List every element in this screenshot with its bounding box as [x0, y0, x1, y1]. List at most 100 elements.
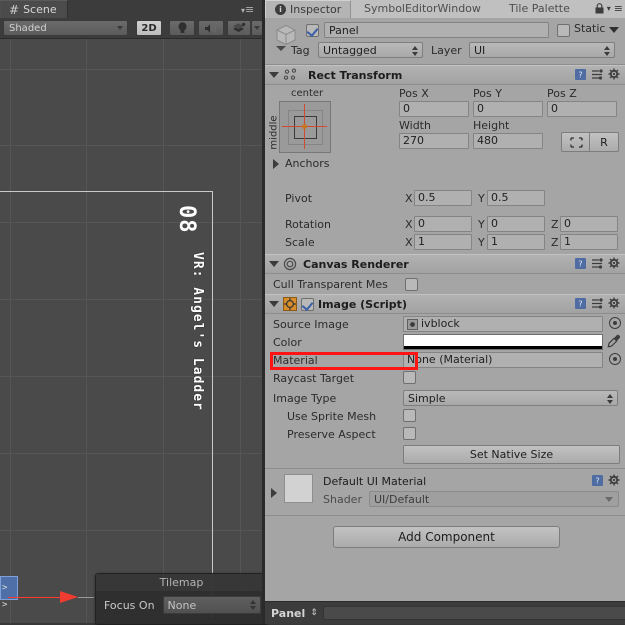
scale-x-input[interactable]: 1: [414, 234, 472, 250]
raw-edit-mode-button[interactable]: R: [589, 132, 619, 152]
scale-label: Scale: [285, 236, 315, 249]
gameobject-enabled-checkbox[interactable]: [306, 24, 319, 37]
scene-viewport[interactable]: 08 VR: Angel's Ladder: [0, 39, 265, 623]
preserve-aspect-checkbox[interactable]: [403, 427, 416, 440]
shader-dropdown[interactable]: UI/Default: [369, 491, 619, 507]
up-down-arrows-icon: [412, 46, 418, 56]
focus-on-dropdown[interactable]: None: [162, 596, 261, 614]
tag-dropdown[interactable]: Untagged: [318, 42, 423, 58]
gear-icon[interactable]: [608, 257, 621, 270]
help-icon[interactable]: ?: [574, 297, 587, 310]
use-sprite-mesh-checkbox[interactable]: [403, 409, 416, 422]
tab-inspector-label: Inspector: [290, 2, 342, 16]
image-enabled-checkbox[interactable]: [301, 297, 314, 311]
layer-label: Layer: [431, 44, 462, 57]
pivot-x-input[interactable]: 0.5: [414, 190, 472, 206]
rotation-y-input[interactable]: 0: [487, 216, 545, 232]
add-component-button[interactable]: Add Component: [333, 526, 560, 548]
pos-z-input[interactable]: 0: [547, 101, 617, 117]
gear-icon[interactable]: [608, 297, 621, 310]
lock-icon[interactable]: [595, 3, 604, 14]
chevron-down-icon: [605, 497, 613, 502]
effects-icon: [233, 22, 246, 32]
preset-icon[interactable]: [591, 257, 604, 270]
draw-mode-dropdown[interactable]: Shaded: [3, 20, 128, 36]
rotation-z-input[interactable]: 0: [560, 216, 618, 232]
pivot-x-axis-label: X: [405, 192, 413, 205]
static-dropdown-arrow-icon[interactable]: [609, 27, 619, 33]
rotation-x-input[interactable]: 0: [414, 216, 472, 232]
layer-value: UI: [474, 43, 486, 57]
canvas-renderer-title: Canvas Renderer: [303, 257, 409, 271]
preset-icon[interactable]: [591, 68, 604, 81]
scene-tab-menu-icon[interactable]: ▾≡: [241, 3, 263, 16]
component-header-canvas-renderer[interactable]: Canvas Renderer ?: [265, 254, 625, 274]
static-label: Static: [574, 22, 606, 35]
hamburger-menu-icon[interactable]: ≡: [614, 2, 623, 15]
gear-icon[interactable]: [608, 474, 621, 487]
grid-line: [86, 39, 87, 623]
eyedropper-icon[interactable]: [607, 334, 621, 349]
gizmo-x-axis-arrow-icon[interactable]: [60, 591, 78, 603]
gameobject-name-input[interactable]: Panel: [324, 22, 549, 38]
scale-y-input[interactable]: 1: [487, 234, 545, 250]
canvas-renderer-icon: [283, 257, 297, 271]
toggle-2d-button[interactable]: 2D: [136, 20, 162, 36]
preset-icon[interactable]: [591, 297, 604, 310]
scene-toolbar: Shaded 2D: [0, 18, 265, 39]
blueprint-mode-button[interactable]: [561, 132, 591, 152]
height-input[interactable]: 480: [473, 133, 543, 149]
scene-lighting-button[interactable]: [169, 20, 195, 36]
pivot-y-input[interactable]: 0.5: [487, 190, 545, 206]
rotation-z-axis-label: Z: [551, 218, 559, 231]
gear-icon[interactable]: [608, 68, 621, 81]
pos-y-input[interactable]: 0: [473, 101, 543, 117]
footer-scrollbar[interactable]: [322, 606, 625, 620]
tab-inspector[interactable]: i Inspector: [265, 0, 352, 18]
anchors-foldout-arrow-icon[interactable]: [273, 159, 279, 169]
source-image-picker-icon[interactable]: [609, 317, 621, 329]
anchor-preset-horizontal-label: center: [291, 88, 324, 99]
set-native-size-button[interactable]: Set Native Size: [403, 445, 620, 464]
pos-x-input[interactable]: 0: [399, 101, 469, 117]
foldout-arrow-icon[interactable]: [269, 301, 279, 307]
raw-edit-label: R: [600, 135, 608, 149]
tab-scene[interactable]: # Scene: [0, 0, 68, 18]
width-input[interactable]: 270: [399, 133, 469, 149]
cull-transparent-mesh-checkbox[interactable]: [405, 277, 418, 291]
raycast-target-checkbox[interactable]: [403, 371, 416, 384]
image-component-icon: [283, 297, 297, 311]
scale-x-axis-label: X: [405, 236, 413, 249]
component-header-image-script[interactable]: Image (Script) ?: [265, 294, 625, 314]
scene-fx-button[interactable]: [227, 20, 251, 36]
grid-line: [0, 530, 265, 531]
up-down-arrows-icon[interactable]: ⇕: [310, 608, 318, 618]
layer-dropdown[interactable]: UI: [469, 42, 615, 58]
color-swatch-field[interactable]: [403, 334, 603, 350]
material-title: Default UI Material: [323, 475, 427, 488]
material-foldout-arrow-icon[interactable]: [271, 488, 277, 498]
scale-z-input[interactable]: 1: [560, 234, 618, 250]
tilemap-overlay-panel[interactable]: Tilemap Focus On None: [95, 573, 268, 625]
image-type-dropdown[interactable]: Simple: [403, 390, 618, 406]
width-label: Width: [399, 119, 431, 132]
anchor-preset-widget[interactable]: [279, 101, 331, 153]
material-picker-icon[interactable]: [609, 353, 621, 365]
source-image-object-field[interactable]: ivblock: [403, 316, 603, 332]
chevron-down-icon[interactable]: ▾: [607, 4, 611, 13]
component-header-rect-transform[interactable]: Rect Transform ?: [265, 65, 625, 85]
gizmo-axis-tail: [78, 597, 94, 598]
anchors-label[interactable]: Anchors: [285, 157, 330, 170]
tab-symbol-editor-window[interactable]: SymbolEditorWindow: [355, 0, 490, 18]
image-type-value: Simple: [408, 391, 446, 405]
tag-label: Tag: [291, 44, 310, 57]
foldout-arrow-icon[interactable]: [269, 72, 279, 78]
static-checkbox[interactable]: [557, 24, 570, 37]
foldout-arrow-icon[interactable]: [269, 261, 279, 267]
help-icon[interactable]: ?: [591, 474, 604, 487]
scene-audio-button[interactable]: [198, 20, 224, 36]
tab-tile-palette[interactable]: Tile Palette: [500, 0, 579, 18]
material-object-field[interactable]: None (Material): [403, 352, 603, 368]
help-icon[interactable]: ?: [574, 68, 587, 81]
help-icon[interactable]: ?: [574, 257, 587, 270]
